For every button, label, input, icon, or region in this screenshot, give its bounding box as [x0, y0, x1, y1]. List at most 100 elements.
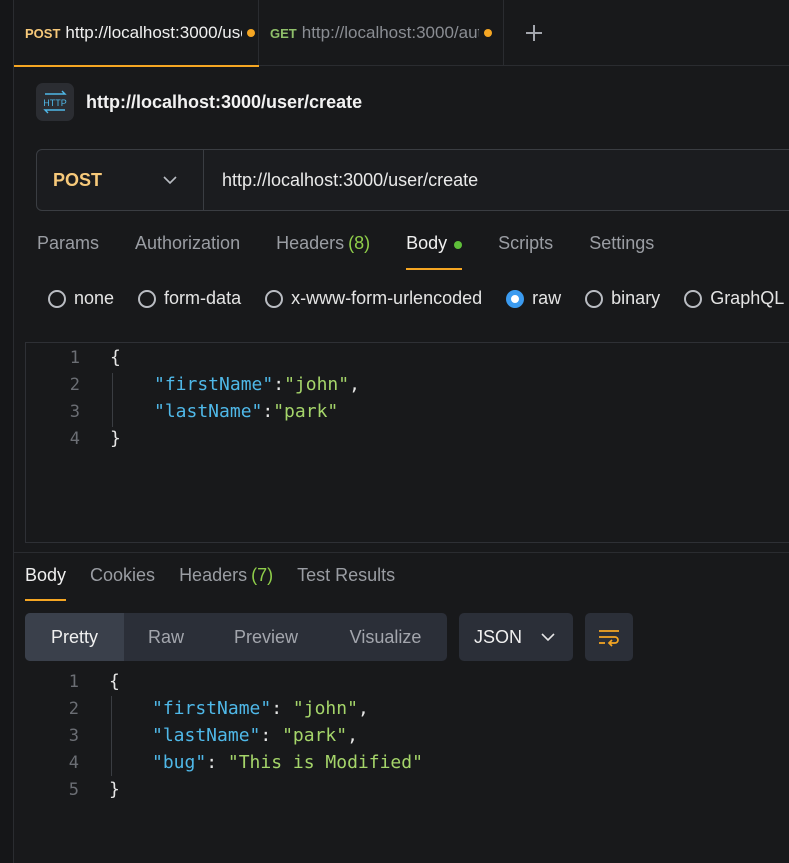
- response-tab-test-results[interactable]: Test Results: [297, 565, 395, 601]
- response-tab-cookies[interactable]: Cookies: [90, 565, 155, 601]
- headers-count: (8): [348, 233, 371, 253]
- http-icon: HTTP: [36, 83, 74, 121]
- code-text: }: [109, 779, 120, 800]
- line-number: 2: [69, 374, 80, 395]
- code-text: "firstName":"john",: [154, 374, 360, 395]
- view-pretty[interactable]: Pretty: [25, 613, 124, 661]
- tab-label: Body: [25, 565, 67, 585]
- request-tab-bar: POST http://localhost:3000/user/create G…: [14, 0, 789, 67]
- view-preview[interactable]: Preview: [208, 613, 324, 661]
- wrap-lines-button[interactable]: [585, 613, 633, 661]
- tab-label: Body: [406, 233, 448, 253]
- view-visualize[interactable]: Visualize: [324, 613, 447, 661]
- tab-label: Test Results: [297, 565, 396, 585]
- response-tabs: Body Cookies Headers (7) Test Results: [25, 565, 395, 601]
- request-body-editor[interactable]: 1 { 2 "firstName":"john", 3 "lastName":"…: [25, 342, 789, 543]
- radio-circle-icon: [585, 289, 604, 308]
- wrap-lines-icon: [599, 630, 619, 647]
- radio-circle-icon: [265, 289, 284, 308]
- tab-label: Settings: [589, 233, 655, 253]
- radio-raw[interactable]: raw: [506, 288, 561, 309]
- radio-graphql[interactable]: GraphQL: [684, 288, 784, 309]
- radio-label: binary: [611, 288, 661, 308]
- code-text: }: [110, 428, 121, 449]
- code-text: "lastName": "park",: [152, 725, 358, 746]
- http-icon-text: HTTP: [43, 98, 67, 108]
- code-text: {: [110, 347, 121, 368]
- code-text: {: [109, 671, 120, 692]
- request-tab-get[interactable]: GET http://localhost:3000/auth: [259, 0, 504, 66]
- body-type-radios: none form-data x-www-form-urlencoded raw…: [48, 288, 784, 309]
- code-line: 4 "bug": "This is Modified": [25, 749, 423, 776]
- line-number: 4: [68, 752, 79, 773]
- url-input[interactable]: http://localhost:3000/user/create: [204, 170, 478, 191]
- radio-none[interactable]: none: [48, 288, 114, 309]
- json-value: "park": [282, 725, 348, 746]
- line-number: 1: [69, 347, 80, 368]
- format-dropdown[interactable]: JSON: [459, 613, 573, 661]
- headers-count: (7): [251, 565, 274, 585]
- code-line: 2 "firstName":"john",: [26, 371, 360, 398]
- line-number: 4: [69, 428, 80, 449]
- json-end: ,: [357, 698, 369, 719]
- left-rail: [0, 0, 14, 863]
- radio-urlencoded[interactable]: x-www-form-urlencoded: [265, 288, 482, 309]
- line-number: 1: [68, 671, 79, 692]
- request-header: HTTP http://localhost:3000/user/create: [36, 83, 362, 121]
- view-raw[interactable]: Raw: [124, 613, 208, 661]
- unsaved-dot-icon: [483, 29, 492, 37]
- tab-authorization[interactable]: Authorization: [135, 233, 240, 270]
- response-divider[interactable]: [14, 552, 789, 553]
- method-dropdown[interactable]: POST: [37, 150, 204, 210]
- method-label: POST: [53, 169, 103, 190]
- radio-circle-icon: [138, 289, 157, 308]
- tab-label: Scripts: [498, 233, 554, 253]
- response-view-selector: Pretty Raw Preview Visualize: [25, 613, 447, 661]
- request-tab-post[interactable]: POST http://localhost:3000/user/create: [14, 0, 259, 67]
- tab-label: Authorization: [135, 233, 241, 253]
- json-sep: :: [262, 401, 274, 422]
- indent-guide: [111, 696, 112, 776]
- json-key: "lastName": [152, 725, 261, 746]
- line-number: 2: [68, 698, 79, 719]
- request-tabs: Params Authorization Headers (8) Body Scr…: [37, 233, 654, 273]
- json-end: ,: [347, 725, 358, 746]
- indent-guide: [112, 373, 113, 427]
- tab-body[interactable]: Body: [406, 233, 463, 270]
- json-key: "lastName": [154, 401, 263, 422]
- request-title[interactable]: http://localhost:3000/user/create: [86, 92, 362, 113]
- line-number: 3: [68, 725, 79, 746]
- radio-circle-icon: [684, 289, 703, 308]
- radio-label: form-data: [164, 288, 242, 308]
- tab-params[interactable]: Params: [37, 233, 99, 270]
- radio-circle-icon: [48, 289, 66, 308]
- radio-label: none: [74, 288, 115, 308]
- json-key: "firstName": [154, 374, 274, 395]
- tab-url: http://localhost:3000/user/create: [65, 23, 242, 42]
- response-tab-headers[interactable]: Headers (7): [179, 565, 273, 601]
- tab-method: POST: [25, 25, 61, 41]
- response-body-viewer[interactable]: 1 { 2 "firstName": "john", 3 "lastName":…: [25, 668, 789, 818]
- radio-label: GraphQL: [710, 288, 785, 308]
- tab-settings[interactable]: Settings: [589, 233, 654, 270]
- code-line: 2 "firstName": "john",: [25, 695, 369, 722]
- response-tab-body[interactable]: Body: [25, 565, 67, 601]
- radio-binary[interactable]: binary: [585, 288, 660, 309]
- modified-dot-icon: [454, 241, 463, 249]
- code-text: "bug": "This is Modified": [152, 752, 423, 773]
- json-value: "This is Modified": [227, 752, 423, 773]
- unsaved-dot-icon: [247, 29, 256, 37]
- tab-headers[interactable]: Headers (8): [276, 233, 370, 270]
- json-value: "park": [273, 401, 339, 422]
- radio-circle-icon: [506, 289, 525, 308]
- json-end: ,: [349, 374, 360, 395]
- json-key: "firstName": [152, 698, 272, 719]
- radio-form-data[interactable]: form-data: [138, 288, 241, 309]
- json-key: "bug": [152, 752, 207, 773]
- url-bar: POST http://localhost:3000/user/create: [36, 149, 789, 211]
- new-tab-button[interactable]: [504, 0, 564, 65]
- code-text: "firstName": "john",: [152, 698, 369, 719]
- tab-label: Params: [37, 233, 100, 253]
- tab-scripts[interactable]: Scripts: [498, 233, 553, 270]
- tab-label: Headers: [179, 565, 248, 585]
